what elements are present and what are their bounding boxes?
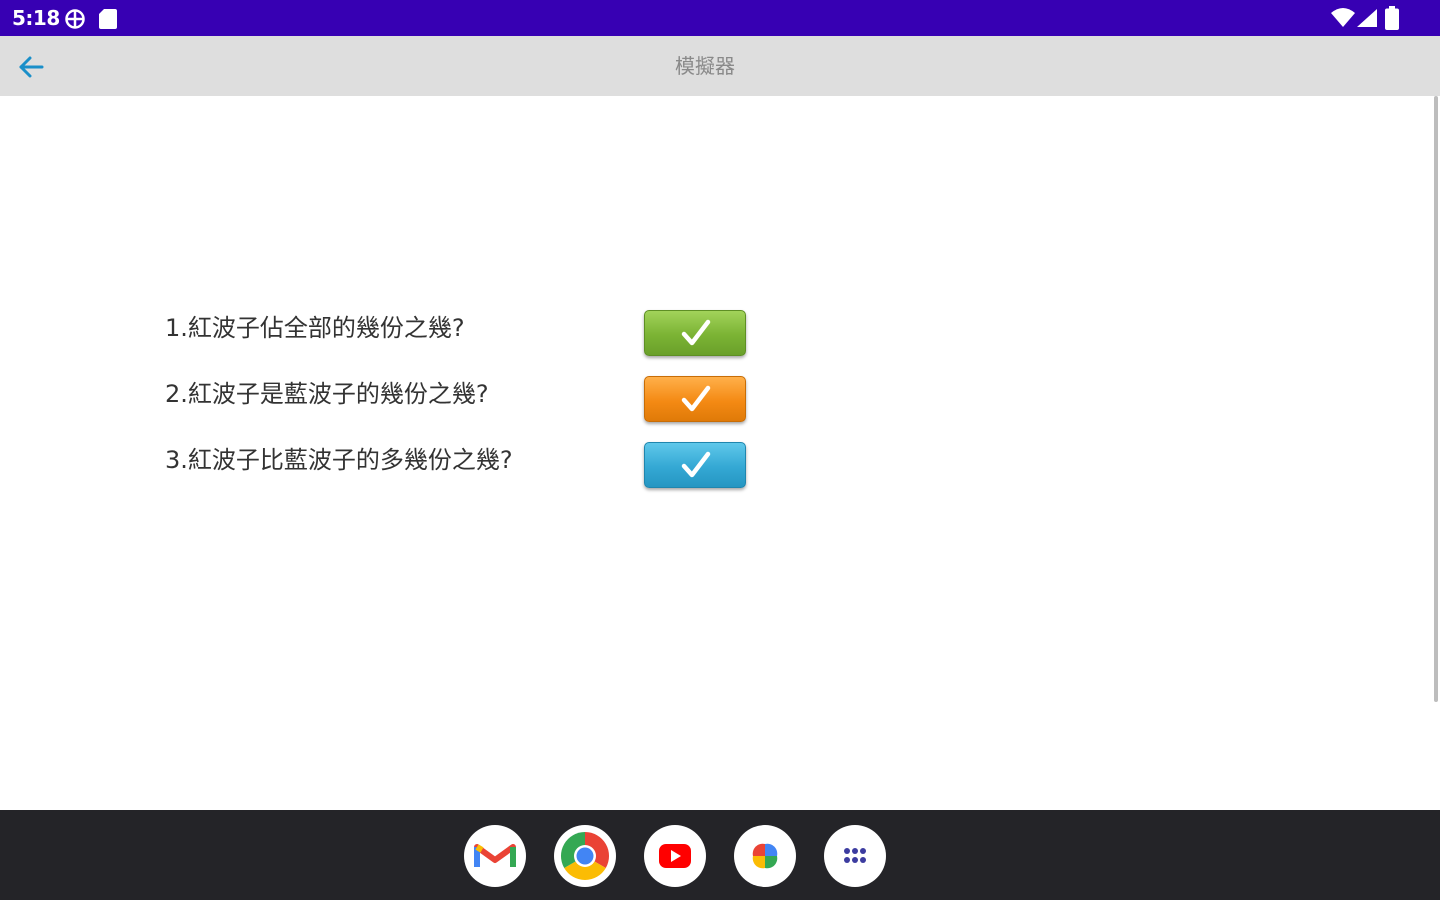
question-2-text: 2.紅波子是藍波子的幾份之幾? <box>165 380 489 408</box>
main-content: 1.紅波子佔全部的幾份之幾? 2.紅波子是藍波子的幾份之幾? 3.紅波子比藍波子… <box>0 96 1440 810</box>
battery-icon <box>1385 6 1399 34</box>
photos-icon <box>752 843 778 869</box>
app-drawer-icon <box>844 848 866 863</box>
vpn-icon <box>64 8 86 34</box>
checkmark-icon <box>681 319 711 346</box>
wifi-icon <box>1330 8 1356 32</box>
question-3-check-button[interactable] <box>644 442 746 488</box>
youtube-app[interactable] <box>644 825 706 887</box>
app-bar: 模擬器 <box>0 36 1440 96</box>
status-time: 5:18 <box>12 6 60 30</box>
sd-card-icon <box>99 9 117 33</box>
question-2-check-button[interactable] <box>644 376 746 422</box>
question-1-text: 1.紅波子佔全部的幾份之幾? <box>165 314 465 342</box>
chrome-icon <box>560 832 610 881</box>
gmail-icon <box>474 844 516 867</box>
gmail-app[interactable] <box>464 825 526 887</box>
app-drawer-button[interactable] <box>824 825 886 887</box>
photos-app[interactable] <box>734 825 796 887</box>
page-title: 模擬器 <box>675 54 735 78</box>
checkmark-icon <box>681 451 711 478</box>
checkmark-icon <box>681 385 711 412</box>
youtube-icon <box>659 844 691 868</box>
status-bar: 5:18 <box>0 0 1440 36</box>
question-3-text: 3.紅波子比藍波子的多幾份之幾? <box>165 446 513 474</box>
taskbar <box>0 810 1440 900</box>
signal-icon <box>1357 9 1377 31</box>
question-1-check-button[interactable] <box>644 310 746 356</box>
scrollbar[interactable] <box>1434 96 1438 702</box>
chrome-app[interactable] <box>554 825 616 887</box>
